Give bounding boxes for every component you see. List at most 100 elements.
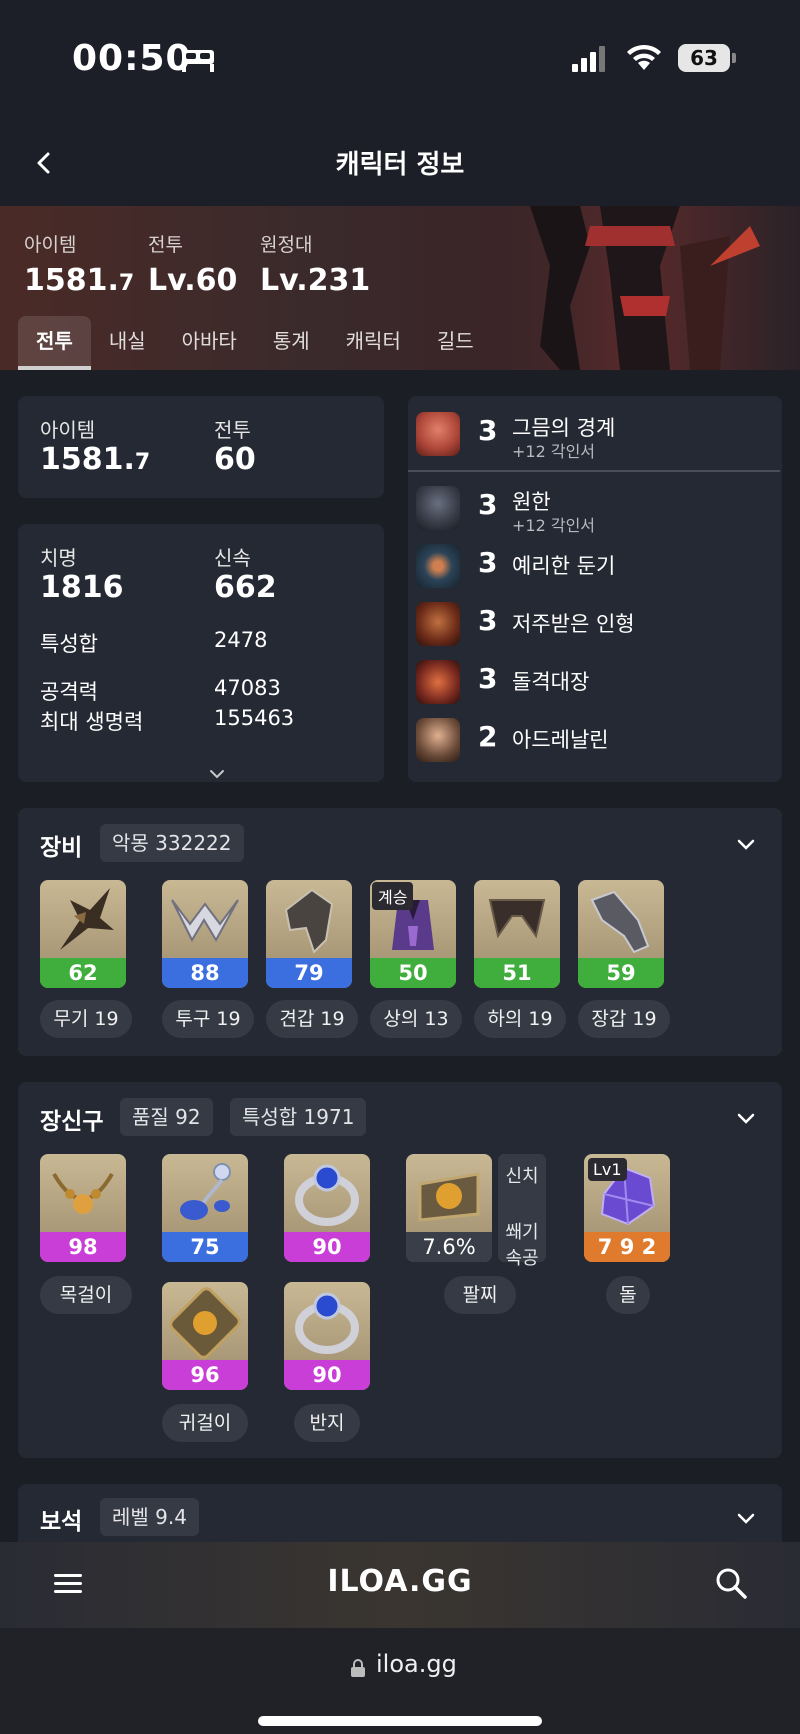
status-bar: 00:50 63: [0, 0, 800, 120]
stats-card[interactable]: 치명 1816 신속 662 특성합 2478 공격력 47083 최대 생명력…: [18, 524, 384, 782]
site-logo[interactable]: ILOA.GG: [0, 1564, 800, 1599]
engraving-item[interactable]: 3 돌격대장: [408, 654, 768, 710]
engraving-item[interactable]: 3 예리한 둔기: [408, 538, 768, 594]
item-quality-bar: 96: [162, 1360, 248, 1390]
hero-combat-label: 전투: [148, 234, 183, 256]
engraving-level: 3: [478, 546, 498, 579]
bracelet-effect-2: 쐐기: [505, 1222, 539, 1243]
pants-icon: [488, 899, 546, 939]
ring-label: 반지: [294, 1404, 360, 1442]
item-quality-bar: 88: [162, 958, 248, 988]
equipment-pants-label: 하의 19: [474, 1000, 566, 1038]
equipment-gloves-label: 장갑 19: [578, 1000, 670, 1038]
stat-total-value: 2478: [214, 628, 268, 652]
status-time: 00:50: [72, 38, 192, 79]
accessory-stone[interactable]: Lv1 7 9 2: [584, 1154, 670, 1262]
character-portrait: [470, 206, 800, 370]
character-hero: 아이템 1581.7 전투 Lv.60 원정대 Lv.231 전투 내실 아바타…: [0, 206, 800, 370]
engraving-item[interactable]: 2 아드레날린: [408, 712, 768, 768]
equipment-weapon-label: 무기 19: [40, 1000, 132, 1038]
tab-guild[interactable]: 길드: [419, 316, 492, 370]
swift-value: 662: [214, 570, 277, 605]
quality-pill: 품질 92: [120, 1098, 213, 1136]
bed-icon: [182, 50, 214, 72]
bracelet-label: 팔찌: [444, 1276, 516, 1314]
engraving-level: 3: [478, 414, 498, 447]
crit-value: 1816: [40, 570, 124, 605]
tab-combat[interactable]: 전투: [18, 316, 91, 370]
accessories-chevron-down-icon[interactable]: [736, 1112, 756, 1126]
item-quality-bar: 51: [474, 958, 560, 988]
crit-label: 치명: [40, 546, 77, 570]
item-quality-bar: 90: [284, 1232, 370, 1262]
tab-domestic[interactable]: 내실: [91, 316, 164, 370]
accessories-title: 장신구: [40, 1109, 104, 1135]
lock-icon: [351, 1659, 365, 1677]
engraving-icon: [416, 602, 460, 646]
earring-icon: [169, 1287, 241, 1359]
engraving-level: 2: [478, 720, 498, 753]
browser-url-bar[interactable]: iloa.gg: [0, 1628, 800, 1734]
inherit-badge: 계승: [372, 882, 414, 910]
accessory-bracelet[interactable]: 7.6%: [406, 1154, 492, 1262]
accessory-ring-1[interactable]: 90: [284, 1154, 370, 1262]
bracelet-icon: [418, 1172, 480, 1222]
engraving-item[interactable]: 3 그믐의 경계 +12 각인서: [408, 406, 768, 462]
gems-chevron-down-icon[interactable]: [736, 1512, 756, 1526]
url-text[interactable]: iloa.gg: [376, 1650, 457, 1678]
hero-expedition-level: 원정대 Lv.231: [260, 230, 370, 298]
engraving-icon: [416, 486, 460, 530]
shoulder-icon: [284, 888, 334, 954]
equipment-gloves[interactable]: 59: [578, 880, 664, 988]
engraving-icon: [416, 412, 460, 456]
attack-value: 47083: [214, 676, 281, 700]
accessory-earring-2[interactable]: 96: [162, 1282, 248, 1390]
gloves-icon: [590, 890, 650, 954]
hero-item-level: 아이템 1581.7: [24, 230, 134, 298]
engraving-divider: [408, 470, 780, 472]
bracelet-value: 7.6%: [406, 1232, 492, 1262]
necklace-label: 목걸이: [40, 1276, 132, 1314]
engraving-name: 돌격대장: [512, 670, 590, 694]
accessory-necklace[interactable]: 98: [40, 1154, 126, 1262]
accessory-ring-2[interactable]: 90: [284, 1282, 370, 1390]
item-quality-bar: 90: [284, 1360, 370, 1390]
equipment-chest-label: 상의 13: [370, 1000, 462, 1038]
home-indicator[interactable]: [258, 1716, 542, 1726]
hero-combat-value: Lv.60: [148, 263, 238, 298]
accessory-earring-1[interactable]: 75: [162, 1154, 248, 1262]
tab-bar: 전투 내실 아바타 통계 캐릭터 길드: [18, 316, 492, 370]
battery-indicator: 63: [678, 44, 736, 72]
engraving-icon: [416, 544, 460, 588]
engraving-item[interactable]: 3 원한 +12 각인서: [408, 480, 768, 536]
engraving-item[interactable]: 3 저주받은 인형: [408, 596, 768, 652]
equipment-weapon[interactable]: 62: [40, 880, 126, 988]
equipment-pants[interactable]: 51: [474, 880, 560, 988]
page-title: 캐릭터 정보: [335, 150, 465, 180]
item-quality-bar: 75: [162, 1232, 248, 1262]
engravings-card: 3 그믐의 경계 +12 각인서 3 원한 +12 각인서 3 예리한 둔기 3…: [408, 396, 782, 782]
hero-combat-level: 전투 Lv.60: [148, 230, 237, 298]
equipment-shoulder[interactable]: 79: [266, 880, 352, 988]
tab-avatar[interactable]: 아바타: [164, 316, 255, 370]
bracelet-effect-3: 속공: [505, 1248, 539, 1269]
engraving-sub: +12 각인서: [512, 516, 596, 535]
engraving-level: 3: [478, 662, 498, 695]
summary-item-label: 아이템: [40, 418, 96, 442]
tab-statistics[interactable]: 통계: [255, 316, 328, 370]
engraving-name: 아드레날린: [512, 728, 609, 752]
bottom-nav-bar: ILOA.GG: [0, 1542, 800, 1628]
hp-value: 155463: [214, 706, 295, 730]
engraving-icon: [416, 660, 460, 704]
engraving-sub: +12 각인서: [512, 442, 596, 461]
accessory-stat-pill: 특성합 1971: [230, 1098, 367, 1136]
stone-level-badge: Lv1: [588, 1158, 627, 1181]
item-quality-bar: 7 9 2: [584, 1232, 670, 1262]
equipment-chest[interactable]: 계승 50: [370, 880, 456, 988]
search-icon[interactable]: [714, 1566, 748, 1600]
bracelet-effects: 신치 쐐기 속공: [498, 1154, 546, 1269]
equipment-chevron-down-icon[interactable]: [736, 838, 756, 852]
expand-stats-chevron-icon[interactable]: [208, 768, 226, 780]
tab-character[interactable]: 캐릭터: [328, 316, 419, 370]
equipment-helmet[interactable]: 88: [162, 880, 248, 988]
